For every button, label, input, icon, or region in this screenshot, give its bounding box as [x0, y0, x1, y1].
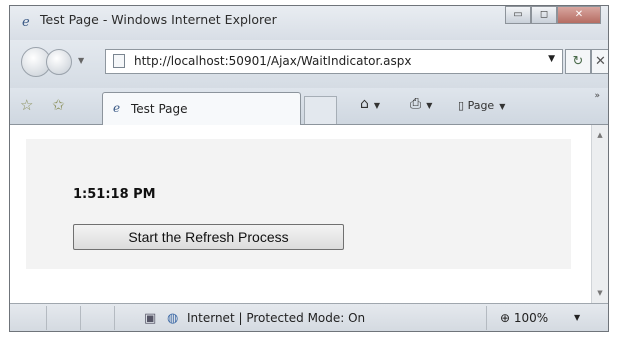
svg-text:e: e: [22, 15, 30, 28]
tab-test-page[interactable]: e Test Page: [102, 92, 301, 125]
forward-button[interactable]: [46, 49, 72, 75]
new-tab-button[interactable]: [304, 96, 337, 124]
print-button[interactable]: ⎙ ▼: [410, 96, 432, 112]
page-content: 1:51:18 PM Start the Refresh Process ▲ ▼: [10, 125, 608, 303]
page-menu[interactable]: ▯ Page ▼: [458, 99, 505, 112]
vertical-scrollbar[interactable]: ▲ ▼: [591, 125, 608, 303]
url-field[interactable]: http://localhost:50901/Ajax/WaitIndicato…: [134, 54, 411, 68]
print-icon: ⎙: [410, 96, 422, 112]
close-button[interactable]: ✕: [557, 6, 601, 24]
title-bar: e Test Page - Windows Internet Explorer …: [10, 6, 608, 40]
page-menu-label: Page: [467, 99, 495, 112]
status-divider: [80, 306, 81, 330]
tab-label: Test Page: [131, 102, 188, 116]
browser-window: e Test Page - Windows Internet Explorer …: [9, 5, 609, 332]
page-icon: [113, 54, 125, 68]
page-icon: ▯: [458, 99, 465, 112]
security-report-icon[interactable]: ▣: [144, 311, 156, 326]
more-commands-chevron-icon[interactable]: »: [594, 91, 600, 101]
refresh-button[interactable]: ↻: [565, 49, 591, 74]
recent-pages-dropdown[interactable]: ▼: [78, 56, 84, 65]
zoom-icon: ⊕: [500, 311, 511, 325]
current-time-label: 1:51:18 PM: [73, 187, 156, 202]
zoom-level[interactable]: ⊕ 100%: [500, 311, 548, 325]
update-panel: 1:51:18 PM Start the Refresh Process: [26, 139, 571, 269]
page-dropdown-icon: ▼: [499, 102, 506, 111]
tab-bar: ☆ ✩ e Test Page ⌂ ▼ ⎙ ▼ ▯ Page ▼ »: [10, 88, 608, 125]
start-refresh-button[interactable]: Start the Refresh Process: [73, 224, 344, 250]
home-icon: ⌂: [360, 96, 369, 112]
navigation-bar: ▼ http://localhost:50901/Ajax/WaitIndica…: [10, 40, 608, 88]
stop-button[interactable]: ✕: [591, 49, 608, 74]
print-dropdown-icon: ▼: [426, 101, 433, 110]
status-divider: [486, 306, 487, 330]
status-bar: ▣ ◍ Internet | Protected Mode: On ⊕ 100%…: [10, 303, 608, 331]
status-divider: [114, 306, 115, 330]
address-dropdown[interactable]: ▼: [548, 54, 555, 64]
scroll-down-icon[interactable]: ▼: [592, 289, 608, 297]
zoom-dropdown-icon[interactable]: ▼: [574, 313, 580, 322]
ie-logo-icon: e: [112, 101, 125, 117]
maximize-button[interactable]: ◻: [531, 6, 557, 24]
home-dropdown-icon: ▼: [373, 101, 381, 110]
address-bar[interactable]: http://localhost:50901/Ajax/WaitIndicato…: [105, 49, 563, 74]
add-favorites-icon[interactable]: ✩: [52, 96, 65, 114]
minimize-button[interactable]: ▭: [505, 6, 531, 24]
security-zone-label[interactable]: Internet | Protected Mode: On: [187, 311, 365, 325]
favorites-star-icon[interactable]: ☆: [20, 96, 33, 114]
zoom-value: 100%: [513, 311, 549, 325]
ie-logo-icon: e: [21, 14, 35, 30]
window-title: Test Page - Windows Internet Explorer: [40, 12, 277, 27]
status-divider: [46, 306, 47, 330]
home-button[interactable]: ⌂ ▼: [360, 96, 380, 112]
globe-icon: ◍: [167, 311, 179, 326]
window-controls: ▭ ◻ ✕: [505, 6, 601, 25]
svg-text:e: e: [113, 101, 120, 114]
scroll-up-icon[interactable]: ▲: [592, 131, 608, 139]
